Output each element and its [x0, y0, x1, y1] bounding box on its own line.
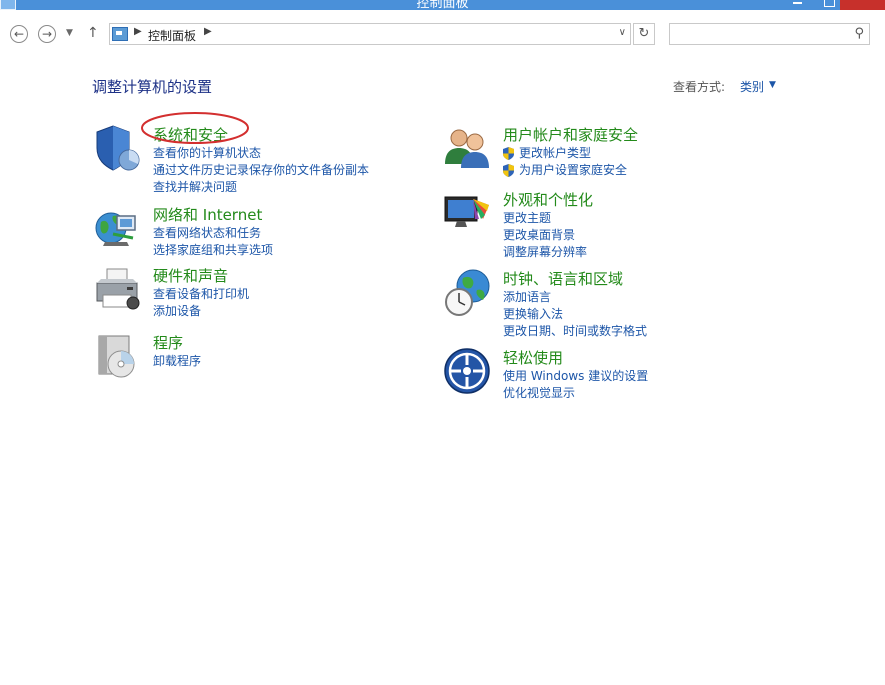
category-title[interactable]: 时钟、语言和区域: [503, 268, 647, 289]
title-bar: 控制面板: [0, 0, 885, 10]
window-title: 控制面板: [416, 0, 469, 10]
link-devices-printers[interactable]: 查看设备和打印机: [153, 286, 249, 303]
printer-icon[interactable]: [93, 265, 141, 313]
category-title[interactable]: 用户帐户和家庭安全: [503, 124, 638, 145]
breadcrumb-control-panel[interactable]: 控制面板: [148, 27, 196, 44]
view-by-label: 查看方式:: [673, 80, 726, 94]
category-title[interactable]: 轻松使用: [503, 347, 648, 368]
category-title[interactable]: 硬件和声音: [153, 265, 249, 286]
link-view-computer-status[interactable]: 查看你的计算机状态: [153, 145, 369, 162]
close-button[interactable]: [840, 0, 885, 10]
recent-locations-icon[interactable]: ▼: [66, 28, 73, 38]
category-title[interactable]: 系统和安全: [153, 124, 369, 145]
link-homegroup-sharing[interactable]: 选择家庭组和共享选项: [153, 242, 273, 259]
refresh-button[interactable]: ↻: [633, 23, 655, 45]
link-uninstall-program[interactable]: 卸载程序: [153, 353, 201, 370]
chevron-down-icon[interactable]: ▼: [769, 80, 776, 90]
uac-shield-icon: [503, 147, 514, 160]
link-optimize-visual-display[interactable]: 优化视觉显示: [503, 385, 648, 402]
link-change-desktop-background[interactable]: 更改桌面背景: [503, 227, 593, 244]
link-view-network-status[interactable]: 查看网络状态和任务: [153, 225, 273, 242]
link-file-history-backup[interactable]: 通过文件历史记录保存你的文件备份副本: [153, 162, 369, 179]
users-icon[interactable]: [443, 124, 491, 172]
navigation-bar: ← → ▼ ↑ ▶ 控制面板 ▶ ∨ ↻ ⚲: [0, 10, 885, 58]
programs-disc-icon[interactable]: [93, 332, 141, 380]
link-family-safety[interactable]: 为用户设置家庭安全: [503, 162, 638, 179]
minimize-button[interactable]: [774, 0, 820, 10]
maximize-button[interactable]: [820, 0, 840, 10]
link-add-language[interactable]: 添加语言: [503, 289, 647, 306]
forward-button[interactable]: →: [38, 25, 56, 43]
back-button[interactable]: ←: [10, 25, 28, 43]
shield-icon[interactable]: [93, 124, 141, 172]
link-find-fix-problems[interactable]: 查找并解决问题: [153, 179, 369, 196]
link-screen-resolution[interactable]: 调整屏幕分辨率: [503, 244, 593, 261]
link-add-device[interactable]: 添加设备: [153, 303, 249, 320]
search-icon[interactable]: ⚲: [854, 26, 864, 41]
link-recommended-settings[interactable]: 使用 Windows 建议的设置: [503, 368, 648, 385]
link-change-theme[interactable]: 更改主题: [503, 210, 593, 227]
link-change-account-type[interactable]: 更改帐户类型: [503, 145, 638, 162]
up-arrow-icon[interactable]: ↑: [87, 25, 99, 41]
ease-of-access-icon[interactable]: [443, 347, 491, 395]
network-globe-icon[interactable]: [93, 204, 141, 252]
link-change-date-time-format[interactable]: 更改日期、时间或数字格式: [503, 323, 647, 340]
breadcrumb-separator[interactable]: ▶: [134, 26, 142, 37]
view-by-dropdown[interactable]: 类别: [740, 78, 764, 95]
category-title[interactable]: 网络和 Internet: [153, 204, 273, 225]
monitor-palette-icon[interactable]: [443, 189, 491, 237]
search-box[interactable]: ⚲: [669, 23, 870, 45]
link-label: 为用户设置家庭安全: [519, 163, 628, 177]
page-title: 调整计算机的设置: [92, 78, 213, 96]
link-label: 更改帐户类型: [519, 146, 592, 160]
category-title[interactable]: 外观和个性化: [503, 189, 593, 210]
category-title[interactable]: 程序: [153, 332, 201, 353]
uac-shield-icon: [503, 164, 514, 177]
address-bar[interactable]: ▶ 控制面板 ▶ ∨: [109, 23, 631, 45]
chevron-down-icon[interactable]: ∨: [619, 27, 626, 38]
link-change-input-method[interactable]: 更换输入法: [503, 306, 647, 323]
clock-globe-icon[interactable]: [443, 268, 491, 316]
breadcrumb-separator[interactable]: ▶: [204, 26, 212, 37]
control-panel-icon: [112, 27, 128, 41]
